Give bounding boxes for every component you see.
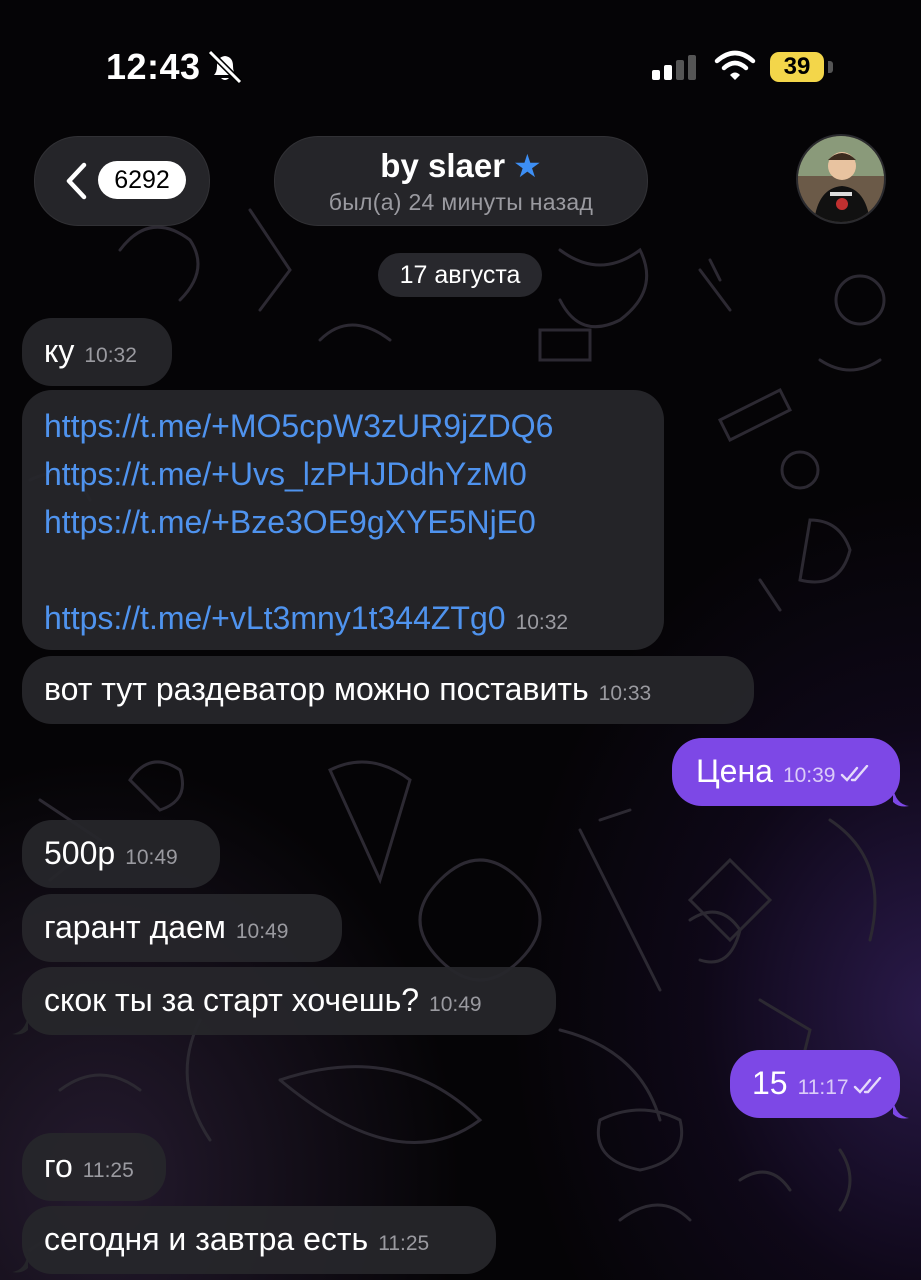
message-text: сегодня и завтра есть [44,1221,369,1257]
message-text: скок ты за старт хочешь? [44,982,420,1018]
back-chevron-icon[interactable] [64,162,88,200]
message-text: вот тут раздеватор можно поставить [44,671,589,707]
message-text: 500р [44,835,116,871]
message-time: 10:49 [429,993,482,1016]
message-time: 10:32 [515,611,569,634]
double-check-icon [853,1076,881,1094]
chat-name-text: by slaer [380,147,506,184]
bubble-tail [893,786,909,807]
double-check-icon [840,764,868,782]
message-link[interactable]: https://t.me/+Bze3OE9gXYE5NjE0 [44,498,642,546]
message-bubble[interactable]: 500р 10:49 [22,820,220,888]
message-last-line: https://t.me/+vLt3mny1t344ZTg0 10:32 [44,594,642,647]
avatar[interactable] [796,134,886,224]
message-bubble-outgoing[interactable]: Цена 10:39 [672,738,900,806]
status-time: 12:43 [106,46,201,87]
battery-level: 39 [770,52,824,82]
message-bubble[interactable]: гарант даем 10:49 [22,894,342,962]
message-text: гарант даем [44,909,226,945]
bubble-tail [12,1252,28,1273]
message-text: ку [44,333,75,369]
message-time: 10:33 [598,682,652,705]
star-icon: ★ [513,148,542,184]
message-time: 10:49 [125,846,178,869]
message-time: 11:17 [797,1076,849,1099]
message-bubble[interactable]: го 11:25 [22,1133,166,1201]
message-bubble[interactable]: сегодня и завтра есть 11:25 [22,1206,496,1274]
message-time: 11:25 [378,1232,430,1255]
bell-slash-icon [207,50,243,84]
bubble-tail [893,1098,909,1119]
message-bubble[interactable]: скок ты за старт хочешь? 10:49 [22,967,556,1035]
status-bar: 12:43 39 [0,0,921,120]
chat-last-seen: был(а) 24 минуты назад [328,189,594,215]
message-bubble-links[interactable]: https://t.me/+MO5cpW3zUR9jZDQ6 https://t… [22,390,664,650]
unread-count-badge[interactable]: 6292 [98,161,186,199]
message-text: го [44,1148,73,1184]
message-bubble[interactable]: ку 10:32 [22,318,172,386]
message-time: 11:25 [82,1159,134,1182]
date-separator: 17 августа [378,253,542,297]
chat-title-button[interactable]: by slaer ★ был(а) 24 минуты назад [274,136,648,226]
message-time: 10:39 [782,764,836,787]
message-time: 10:32 [84,344,137,367]
bubble-tail [12,1014,28,1035]
message-text: Цена [696,753,773,789]
chat-name: by slaer ★ [275,147,647,185]
wifi-icon [714,50,756,80]
message-time: 10:49 [235,920,289,943]
message-bubble[interactable]: вот тут раздеватор можно поставить 10:33 [22,656,754,724]
signal-icon [652,55,696,80]
message-link-spacer [44,546,642,594]
message-link[interactable]: https://t.me/+Uvs_lzPHJDdhYzM0 [44,450,642,498]
message-bubble-outgoing[interactable]: 15 11:17 [730,1050,900,1118]
battery-cap [828,61,833,73]
message-link[interactable]: https://t.me/+vLt3mny1t344ZTg0 [44,600,506,636]
message-link[interactable]: https://t.me/+MO5cpW3zUR9jZDQ6 [44,402,642,450]
message-text: 15 [752,1065,788,1101]
